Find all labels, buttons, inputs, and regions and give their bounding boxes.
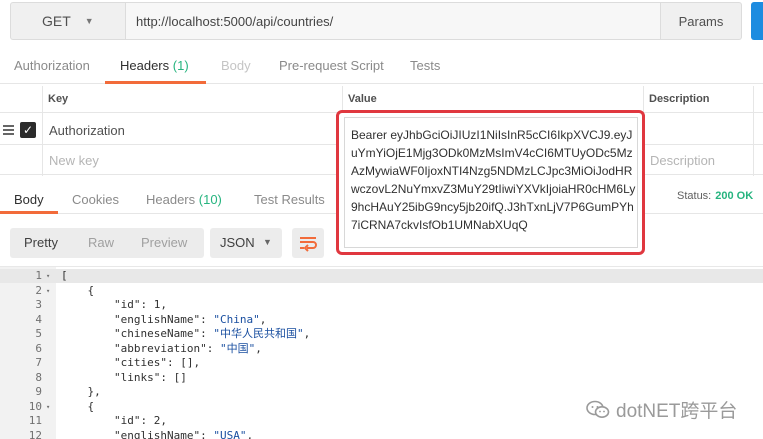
status-label: Status: [677,190,712,202]
tab-headers-count: (1) [172,58,189,73]
tab-headers-label: Headers [120,58,170,73]
active-tab-indicator [105,81,206,84]
tab-cookies[interactable]: Cookies [72,192,119,207]
line-number: 1 [35,269,42,282]
status-value: 200 OK [715,190,754,202]
code-text: "englishName": "China", [113,312,267,326]
code-text: "id": 1, [113,298,167,311]
watermark: dotNET跨平台 [586,396,737,423]
raw-button[interactable]: Raw [88,235,114,250]
line-number: 3 [35,298,42,311]
line-number: 5 [35,327,42,340]
drag-handle-icon[interactable] [3,125,14,135]
wrap-lines-button[interactable] [292,228,324,258]
tab-authorization[interactable]: Authorization [14,58,90,73]
code-text: "links": [] [113,370,187,384]
request-tabs: Authorization Headers (1) Body Pre-reque… [0,46,763,84]
tab-headers[interactable]: Headers (1) [120,58,189,73]
format-select[interactable]: JSON ▼ [210,228,282,258]
col-description-header: Description [643,86,753,113]
code-text: { [61,399,95,413]
line-number: 8 [35,370,42,384]
tab-response-headers[interactable]: Headers (10) [146,192,222,207]
code-text: "id": 2, [113,414,167,427]
line-number: 9 [35,385,42,398]
fold-toggle-icon[interactable]: ▾ [46,400,50,414]
format-label: JSON [220,235,255,250]
code-text: [ [61,269,68,282]
col-value-header: Value [342,86,643,113]
view-mode-group: Pretty Raw Preview [10,228,204,258]
wechat-icon [586,400,610,418]
code-line: 6 "abbreviation": "中国", [0,342,763,356]
line-number: 10 [28,399,42,413]
url-input[interactable]: http://localhost:5000/api/countries/ [126,2,662,40]
line-number: 11 [28,414,42,427]
chevron-down-icon: ▼ [84,16,94,26]
col-extra-header [753,86,763,113]
watermark-text: dotNET跨平台 [616,401,738,422]
new-key-input[interactable]: New key [49,153,99,168]
row-enabled-checkbox[interactable]: ✓ [20,122,36,138]
method-label: GET [42,13,71,29]
pretty-button[interactable]: Pretty [24,235,58,250]
line-number: 7 [35,356,42,369]
code-line: 7 "cities": [], [0,356,763,370]
col-key-header: Key [42,86,342,113]
code-text: "chineseName": "中华人民共和国", [113,327,311,340]
fold-toggle-icon[interactable]: ▾ [46,269,50,283]
send-button[interactable] [751,2,763,40]
tab-body[interactable]: Body [221,58,251,73]
tab-test-results[interactable]: Test Results [254,192,325,207]
line-number: 12 [28,428,42,439]
code-text: "cities": [], [113,356,201,369]
url-text: http://localhost:5000/api/countries/ [136,13,334,29]
response-status: Status: 200 OK [677,190,753,202]
code-line: 1 ▾ [ [0,269,763,283]
tab-response-headers-label: Headers [146,192,196,207]
method-select[interactable]: GET ▼ [10,2,126,40]
tab-prerequest-script[interactable]: Pre-request Script [279,58,384,73]
header-value-popover[interactable]: Bearer eyJhbGciOiJIUzI1NiIsInR5cCI6IkpXV… [336,110,645,255]
wrap-lines-icon [300,237,317,252]
code-line: 5 "chineseName": "中华人民共和国", [0,327,763,341]
code-text: "englishName": "USA", [113,428,254,439]
active-response-tab-indicator [0,211,58,214]
line-number: 2 [35,283,42,297]
header-key-value[interactable]: Authorization [49,123,125,138]
chevron-down-icon: ▼ [263,237,272,247]
header-value-text: Bearer eyJhbGciOiJIUzI1NiIsInR5cCI6IkpXV… [351,128,636,232]
code-line: 12 "englishName": "USA", [0,429,763,439]
code-text: }, [61,385,101,398]
header-value-editor[interactable]: Bearer eyJhbGciOiJIUzI1NiIsInR5cCI6IkpXV… [344,117,638,248]
tab-response-headers-count: (10) [198,192,222,207]
code-text: { [61,283,95,297]
col-check-header [0,86,42,113]
preview-button[interactable]: Preview [141,235,187,250]
code-text: "abbreviation": "中国", [113,341,262,355]
fold-toggle-icon[interactable]: ▾ [46,284,50,298]
params-button[interactable]: Params [660,2,742,40]
code-line: 2 ▾ { [0,284,763,298]
line-number: 4 [35,312,42,326]
new-description-input[interactable]: Description [650,153,715,168]
line-number: 6 [35,341,42,355]
tab-tests[interactable]: Tests [410,58,440,73]
code-line: 4 "englishName": "China", [0,313,763,327]
code-line: 3 "id": 1, [0,298,763,312]
code-line: 8 "links": [] [0,371,763,385]
tab-response-body[interactable]: Body [14,192,44,207]
